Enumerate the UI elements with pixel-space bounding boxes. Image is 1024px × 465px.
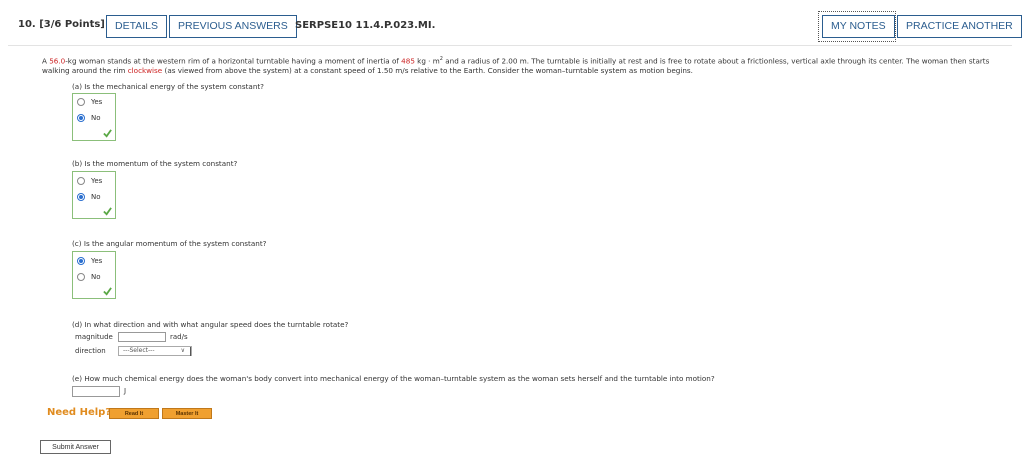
part-c-yes-option[interactable]: Yes (77, 256, 102, 266)
part-a-question: (a) Is the mechanical energy of the syst… (72, 82, 265, 91)
checkmark-icon (103, 207, 112, 216)
checkmark-icon (103, 287, 112, 296)
part-a-choices: Yes No (72, 93, 116, 141)
part-c-no-option[interactable]: No (77, 272, 101, 282)
energy-unit: J (124, 387, 127, 395)
part-d-question: (d) In what direction and with what angu… (72, 320, 349, 329)
magnitude-unit: rad/s (170, 333, 188, 341)
part-e-question: (e) How much chemical energy does the wo… (72, 374, 715, 383)
part-b-choices: Yes No (72, 171, 116, 219)
part-c-question: (c) Is the angular momentum of the syste… (72, 239, 267, 248)
submit-answer-button[interactable]: Submit Answer (40, 440, 111, 454)
part-a-no-option[interactable]: No (77, 113, 101, 123)
checkmark-icon (103, 129, 112, 138)
problem-statement: A 56.0-kg woman stands at the western ri… (42, 56, 990, 76)
question-code: SERPSE10 11.4.P.023.MI. (295, 20, 436, 31)
radio-selected-icon[interactable] (77, 193, 85, 201)
previous-answers-button[interactable]: PREVIOUS ANSWERS (169, 15, 297, 38)
direction-label: direction (75, 347, 106, 355)
radio-selected-icon[interactable] (77, 114, 85, 122)
inertia-value: 485 (401, 56, 415, 66)
practice-another-button[interactable]: PRACTICE ANOTHER (897, 15, 1022, 38)
question-header: 10. [3/6 Points] DETAILS PREVIOUS ANSWER… (8, 8, 1022, 46)
energy-input[interactable] (72, 386, 120, 397)
my-notes-focus-ring: MY NOTES (818, 11, 896, 42)
need-help-label: Need Help? (47, 407, 112, 418)
part-b-question: (b) Is the momentum of the system consta… (72, 159, 238, 168)
direction-select[interactable]: ---Select--- ∨ (118, 346, 192, 356)
direction-word: clockwise (127, 66, 163, 76)
radio-selected-icon[interactable] (77, 257, 85, 265)
question-number: 10. [3/6 Points] (18, 19, 105, 30)
part-b-no-option[interactable]: No (77, 192, 101, 202)
part-b-yes-option[interactable]: Yes (77, 176, 102, 186)
part-c-choices: Yes No (72, 251, 116, 299)
mass-value: 56.0 (49, 56, 66, 66)
magnitude-input[interactable] (118, 332, 166, 342)
radio-unselected-icon[interactable] (77, 98, 85, 106)
chevron-down-icon: ∨ (180, 347, 185, 354)
part-a-yes-option[interactable]: Yes (77, 97, 102, 107)
magnitude-label: magnitude (75, 333, 113, 341)
radio-unselected-icon[interactable] (77, 273, 85, 281)
my-notes-button[interactable]: MY NOTES (822, 15, 895, 38)
details-button[interactable]: DETAILS (106, 15, 167, 38)
master-it-button[interactable]: Master It (162, 408, 212, 419)
read-it-button[interactable]: Read It (109, 408, 159, 419)
radio-unselected-icon[interactable] (77, 177, 85, 185)
